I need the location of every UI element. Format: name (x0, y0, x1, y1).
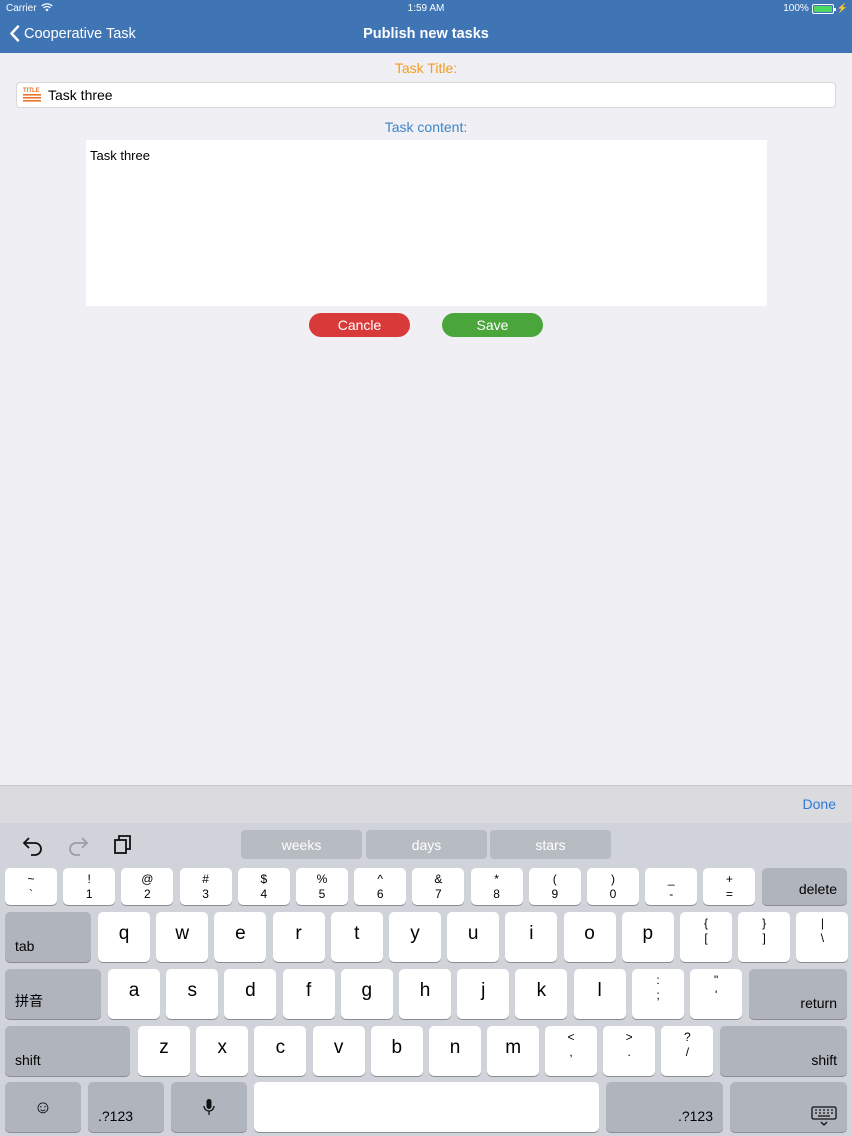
key-v[interactable]: v (312, 1026, 365, 1076)
microphone-icon (203, 1099, 215, 1115)
numbers-key-right[interactable]: .?123 (606, 1082, 723, 1132)
key-punct-r3-1[interactable]: " ' (690, 969, 743, 1019)
key-g[interactable]: g (340, 969, 393, 1019)
key-c[interactable]: c (254, 1026, 307, 1076)
emoji-key[interactable]: ☺ (5, 1082, 81, 1132)
key-e[interactable]: e (214, 912, 267, 962)
key-punct-r3-0[interactable]: :; (632, 969, 684, 1019)
key-l[interactable]: l (573, 969, 626, 1019)
key-punct-r4-2[interactable]: ? / (661, 1026, 714, 1076)
key-9[interactable]: (9 (528, 868, 581, 905)
task-title-label: Task Title: (394, 60, 458, 76)
space-key[interactable] (254, 1082, 599, 1132)
title-icon: TITLE (23, 88, 41, 102)
key-k[interactable]: k (515, 969, 568, 1019)
key-punct-r4-0[interactable]: <, (545, 1026, 597, 1076)
tab-key[interactable]: tab (5, 912, 91, 962)
key-h[interactable]: h (399, 969, 451, 1019)
return-key[interactable]: return (749, 969, 847, 1019)
key-5[interactable]: % 5 (296, 868, 348, 905)
key-7[interactable]: & 7 (412, 868, 465, 905)
battery-icon (811, 3, 836, 14)
keyboard-dismiss-icon (811, 1106, 837, 1126)
shift-left-key[interactable]: shift (5, 1026, 130, 1076)
key-j[interactable]: j (457, 969, 510, 1019)
key-y[interactable]: y (389, 912, 441, 962)
prediction-1[interactable]: weeks (241, 830, 362, 859)
redo-icon[interactable] (66, 833, 90, 857)
key-m[interactable]: m (487, 1026, 540, 1076)
battery-percent: 100% (783, 3, 809, 14)
keyboard-accessory-bar: Done (0, 785, 852, 823)
save-button[interactable]: Save (442, 313, 543, 337)
charging-icon: ⚡ (836, 3, 848, 13)
key-punct-r4-1[interactable]: >. (603, 1026, 656, 1076)
key-punct-0[interactable]: {[ (680, 912, 732, 962)
key-8[interactable]: * 8 (470, 868, 523, 905)
prediction-2[interactable]: days (366, 830, 487, 859)
key-d[interactable]: d (224, 969, 277, 1019)
done-button[interactable]: Done (803, 796, 836, 812)
key-b[interactable]: b (370, 1026, 423, 1076)
key--[interactable]: _ - (645, 868, 698, 905)
key-punct-2[interactable]: | \ (796, 912, 849, 962)
task-title-input[interactable]: TITLE Task three (16, 82, 836, 108)
key-=[interactable]: + = (703, 868, 756, 905)
key-f[interactable]: f (282, 969, 335, 1019)
key-`[interactable]: ~ ` (5, 868, 57, 905)
key-i[interactable]: i (505, 912, 558, 962)
undo-icon[interactable] (21, 833, 45, 857)
key-o[interactable]: o (563, 912, 616, 962)
dismiss-keyboard-key[interactable] (730, 1082, 847, 1132)
prediction-3[interactable]: stars (490, 830, 611, 859)
key-4[interactable]: $4 (237, 868, 290, 905)
key-t[interactable]: t (330, 912, 383, 962)
delete-key[interactable]: delete (762, 868, 847, 905)
key-p[interactable]: p (621, 912, 674, 962)
key-r[interactable]: r (272, 912, 325, 962)
key-1[interactable]: ! 1 (63, 868, 116, 905)
keyboard: weeks days stars ~ `! 1 @2 #3 $4% 5 ^ 6 & 7 * 8(9) 0 _… (0, 823, 852, 1136)
pinyin-key[interactable]: 拼音 (5, 969, 101, 1019)
emoji-icon: ☺ (33, 1096, 53, 1117)
page-title: Publish new tasks (363, 26, 489, 42)
key-0[interactable]: ) 0 (587, 868, 639, 905)
navigation-bar: Carrier 1:59 AM 100% ⚡ Cooperative Task … (0, 0, 852, 53)
key-a[interactable]: a (108, 969, 160, 1019)
battery-indicator: 100% ⚡ (783, 3, 848, 14)
key-q[interactable]: q (98, 912, 150, 962)
task-content-textarea[interactable]: Task three (86, 140, 767, 306)
dictation-key[interactable] (171, 1082, 247, 1132)
key-z[interactable]: z (138, 1026, 190, 1076)
key-s[interactable]: s (166, 969, 219, 1019)
key-6[interactable]: ^ 6 (354, 868, 407, 905)
svg-text:TITLE: TITLE (23, 88, 40, 94)
task-content-value: Task three (90, 148, 150, 163)
key-punct-1[interactable]: }] (738, 912, 791, 962)
key-2[interactable]: @2 (121, 868, 174, 905)
key-3[interactable]: #3 (179, 868, 232, 905)
paste-icon[interactable] (111, 833, 135, 857)
key-w[interactable]: w (156, 912, 209, 962)
task-title-value: Task three (48, 87, 113, 103)
shift-right-key[interactable]: shift (720, 1026, 847, 1076)
key-n[interactable]: n (429, 1026, 481, 1076)
status-time: 1:59 AM (407, 3, 445, 14)
key-u[interactable]: u (447, 912, 500, 962)
numbers-key-left[interactable]: .?123 (88, 1082, 164, 1132)
cancel-button[interactable]: Cancle (309, 313, 410, 337)
key-x[interactable]: x (196, 1026, 249, 1076)
task-content-label: Task content: (384, 119, 468, 135)
